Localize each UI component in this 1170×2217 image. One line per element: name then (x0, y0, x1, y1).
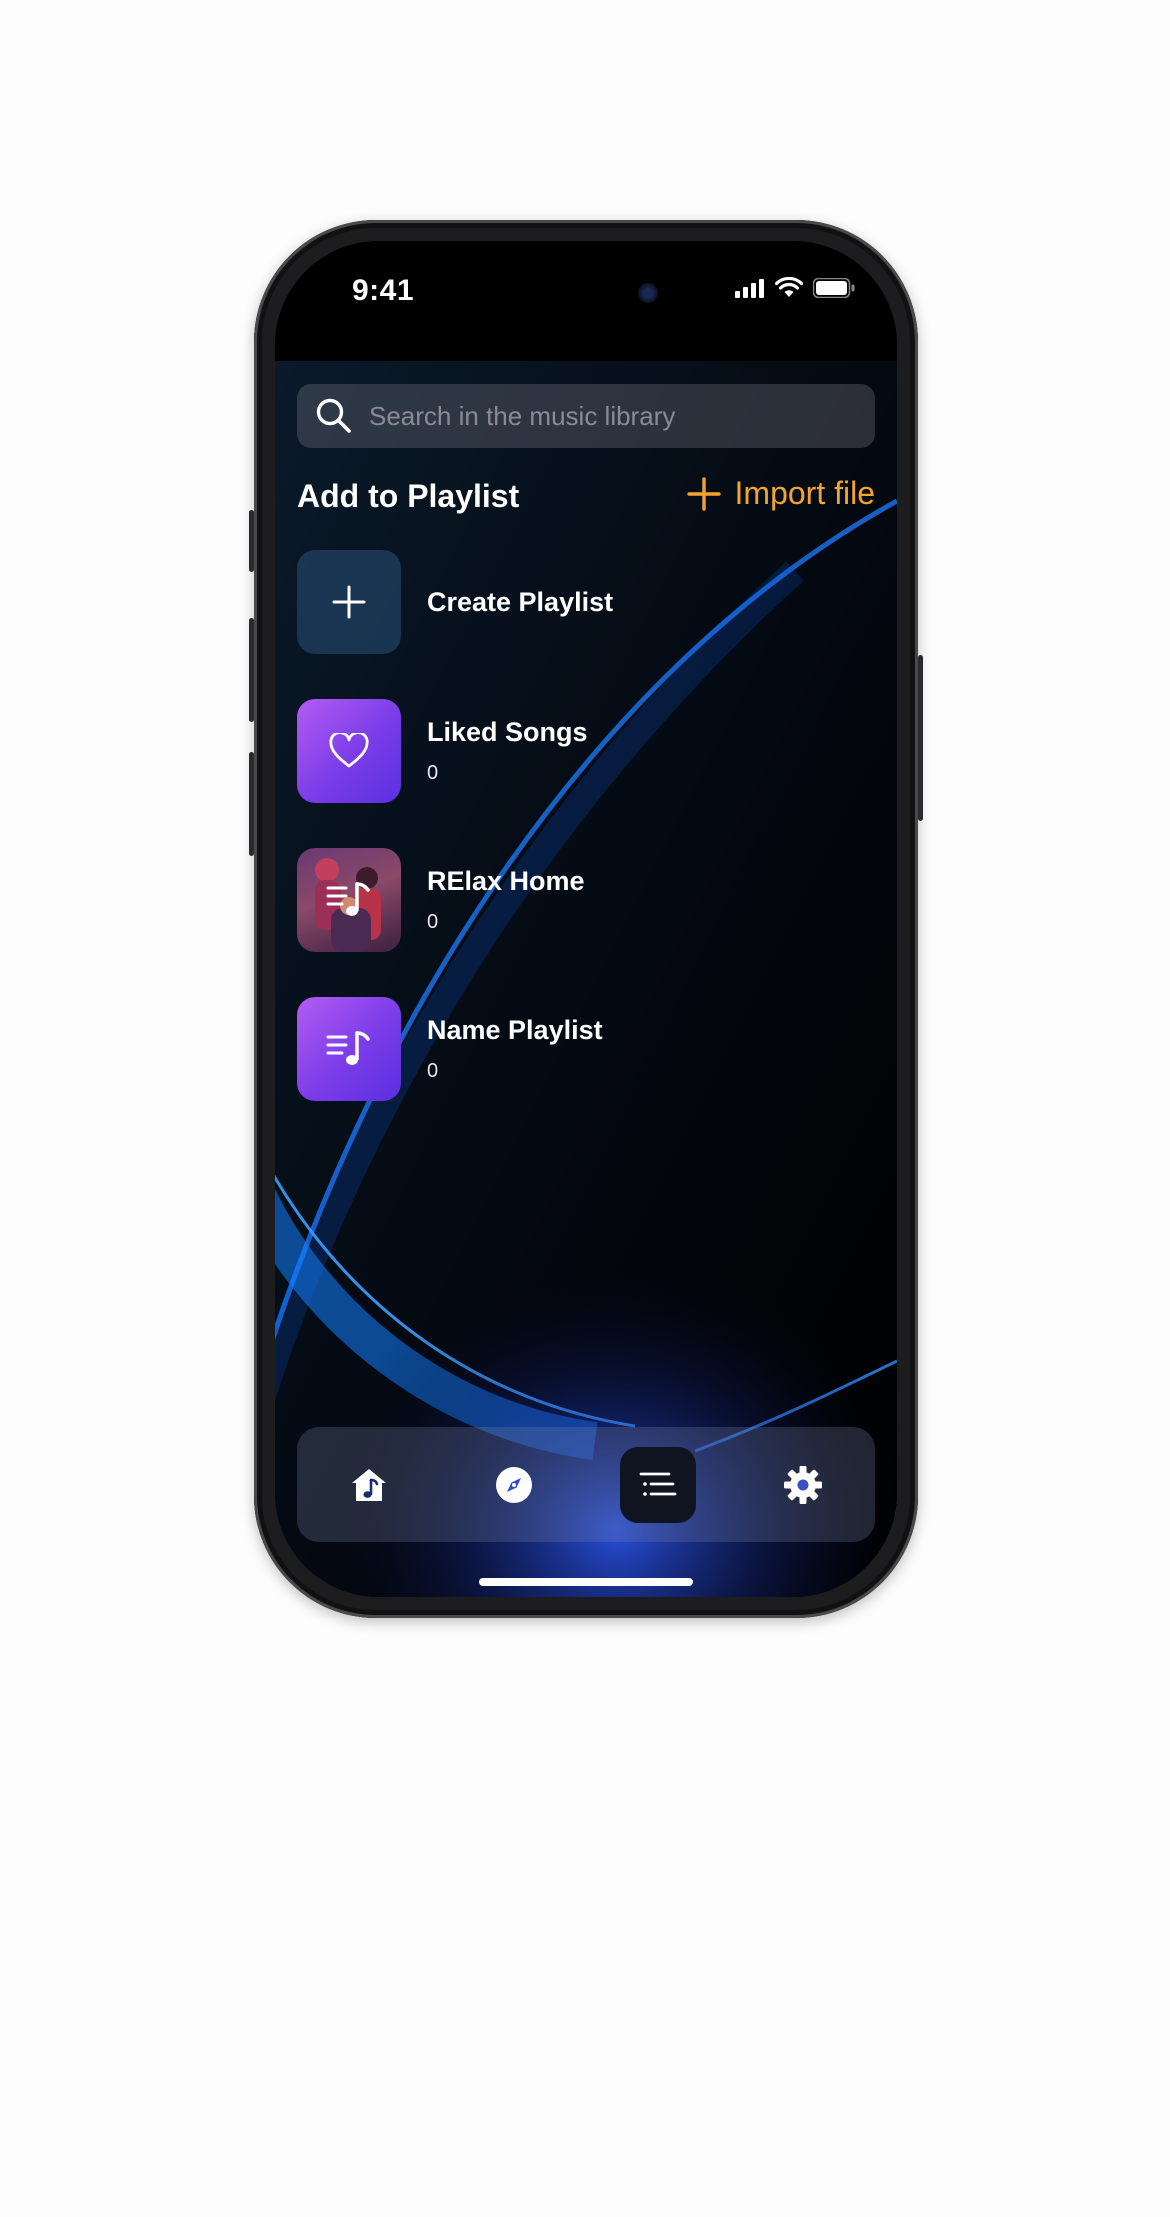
playlist-count: 0 (427, 911, 439, 933)
liked-songs-thumb (297, 699, 401, 803)
name-playlist-thumb (297, 997, 401, 1101)
tab-home[interactable] (331, 1447, 407, 1523)
playlist-item-relax-home[interactable]: RElax Home 0 (297, 848, 875, 952)
plus-icon (686, 476, 721, 511)
playlist-item-liked-songs[interactable]: Liked Songs 0 (297, 699, 875, 803)
heart-icon (329, 733, 369, 768)
playlist-title: RElax Home (427, 866, 585, 896)
screen: 9:41 Add to Playlist (275, 241, 897, 1597)
wifi-icon (775, 277, 803, 297)
home-music-icon (352, 1468, 387, 1501)
playlist-count: 0 (427, 1060, 439, 1082)
list-icon (639, 1472, 677, 1496)
section-title: Add to Playlist (297, 478, 520, 514)
playlist-music-icon (326, 882, 370, 916)
tab-explore[interactable] (476, 1447, 552, 1523)
create-playlist-thumb (297, 550, 401, 654)
playlist-title: Create Playlist (427, 586, 614, 617)
playlist-music-icon (326, 1031, 370, 1065)
status-icons (735, 277, 855, 298)
volume-up-button (249, 618, 254, 722)
status-time: 9:41 (352, 274, 415, 307)
home-indicator[interactable] (479, 1578, 693, 1586)
cellular-signal-icon (735, 278, 764, 298)
power-button (918, 655, 923, 821)
battery-icon (813, 277, 855, 298)
gear-icon (783, 1465, 822, 1504)
playlist-title: Liked Songs (427, 717, 588, 747)
search-bar[interactable] (297, 384, 875, 448)
playlist-count: 0 (427, 762, 439, 784)
tab-bar (297, 1427, 875, 1542)
tab-settings[interactable] (765, 1447, 841, 1523)
front-camera (638, 283, 658, 303)
plus-icon (332, 585, 366, 619)
action-button (249, 510, 254, 572)
import-file-button[interactable]: Import file (686, 475, 875, 512)
relax-home-thumb (297, 848, 401, 952)
tab-playlists[interactable] (620, 1446, 697, 1523)
playlist-item-name-playlist[interactable]: Name Playlist 0 (297, 997, 875, 1101)
compass-icon (495, 1466, 532, 1503)
search-icon (316, 398, 351, 433)
import-file-label: Import file (734, 475, 875, 511)
create-playlist-item[interactable]: Create Playlist (297, 550, 875, 654)
search-input[interactable] (367, 399, 851, 433)
volume-down-button (249, 752, 254, 856)
playlist-title: Name Playlist (427, 1015, 603, 1045)
